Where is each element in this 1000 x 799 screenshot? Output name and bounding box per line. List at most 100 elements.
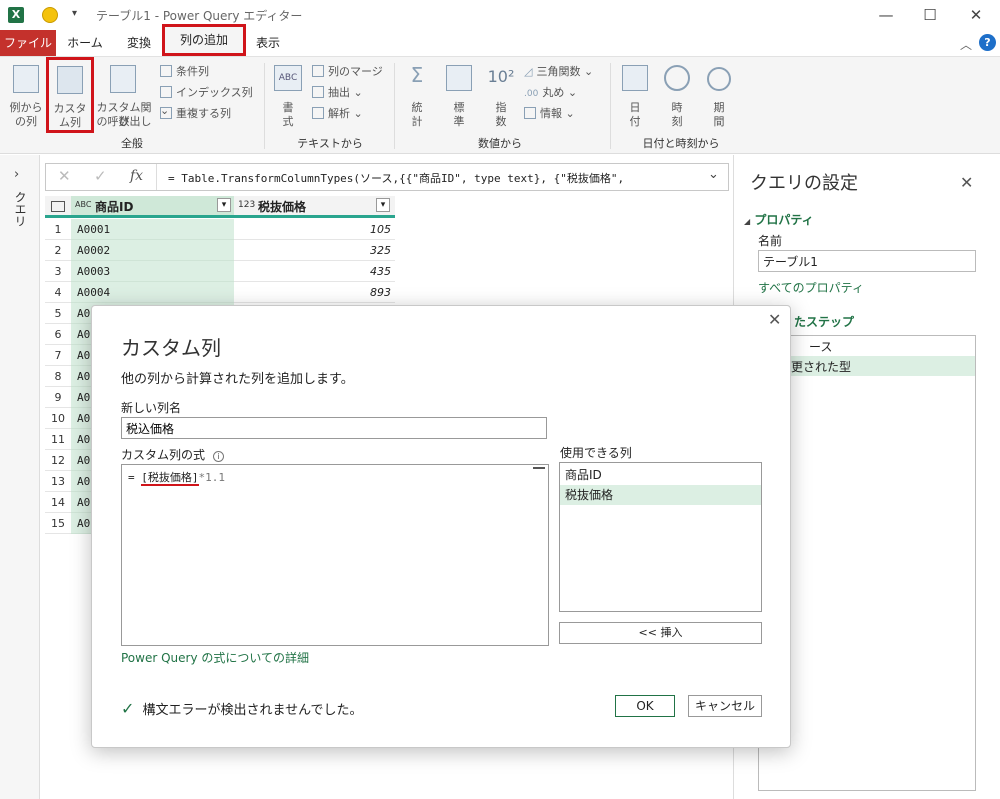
filter-dropdown-icon[interactable]: ▾: [217, 198, 231, 212]
editor-scrollbar[interactable]: [533, 467, 545, 471]
row-number: 2: [45, 240, 71, 261]
product-id-cell[interactable]: A0003: [71, 261, 234, 282]
product-id-cell[interactable]: A0004: [71, 282, 234, 303]
extract-button[interactable]: 抽出 ⌄: [312, 84, 392, 102]
duplicate-column-button[interactable]: 重複する列: [160, 105, 260, 123]
properties-heading[interactable]: ◢ プロパティ: [744, 211, 814, 228]
available-column-item-selected[interactable]: 税抜価格: [560, 485, 761, 505]
parse-button[interactable]: 解析 ⌄: [312, 105, 392, 123]
conditional-column-button[interactable]: 条件列: [160, 63, 260, 81]
date-button[interactable]: 日 付: [618, 63, 652, 129]
separator: [156, 164, 157, 190]
row-number: 3: [45, 261, 71, 282]
product-id-cell[interactable]: A0002: [71, 240, 234, 261]
available-columns-label: 使用できる列: [560, 446, 632, 460]
table-row[interactable]: 4 A0004 893: [45, 282, 395, 303]
price-cell[interactable]: 893: [234, 282, 395, 303]
duplicate-column-icon: [160, 107, 172, 119]
cancel-button[interactable]: キャンセル: [688, 695, 762, 717]
clock-icon: [664, 65, 690, 91]
column-from-examples-button[interactable]: 例から の列: [6, 63, 46, 129]
quick-access-dropdown-icon[interactable]: ▾: [72, 8, 77, 19]
available-column-item[interactable]: 商品ID: [560, 465, 761, 485]
label: 計: [411, 115, 423, 128]
table-row[interactable]: 2 A0002 325: [45, 240, 395, 261]
smiley-icon[interactable]: [42, 7, 58, 23]
maximize-button[interactable]: ☐: [920, 5, 940, 25]
price-cell[interactable]: 105: [234, 219, 395, 240]
step-item-selected[interactable]: 更された型: [759, 356, 975, 376]
expand-queries-icon[interactable]: ›: [14, 167, 19, 182]
label: 丸め: [542, 86, 565, 99]
formula-text[interactable]: = Table.TransformColumnTypes(ソース,{{"商品ID…: [168, 170, 698, 186]
fx-icon[interactable]: fx: [130, 168, 143, 184]
ok-button[interactable]: OK: [615, 695, 675, 717]
available-columns-list: 商品ID 税抜価格: [559, 462, 762, 612]
tab-add-column[interactable]: 列の追加: [162, 24, 246, 56]
collapse-ribbon-icon[interactable]: ︿: [960, 36, 972, 53]
number-type-icon[interactable]: 123: [238, 200, 255, 210]
learn-more-link[interactable]: Power Query の式についての詳細: [121, 649, 309, 666]
invoke-custom-function-button[interactable]: カスタム関数 の呼び出し: [92, 63, 156, 129]
commit-formula-icon[interactable]: ✓: [94, 167, 107, 185]
label: ム列: [59, 116, 81, 129]
formula-editor[interactable]: = [税抜価格]*1.1: [121, 464, 549, 646]
duration-button[interactable]: 期 間: [702, 63, 736, 129]
column-header-product-id[interactable]: ABC 商品ID ▾: [71, 196, 234, 215]
price-cell[interactable]: 325: [234, 240, 395, 261]
column-name: 税抜価格: [258, 200, 307, 214]
index-column-button[interactable]: インデックス列 ⌄: [160, 84, 260, 117]
price-cell[interactable]: 435: [234, 261, 395, 282]
column-header-price[interactable]: 123 税抜価格 ▾: [234, 196, 395, 215]
sigma-icon: Σ: [410, 63, 424, 87]
tab-home[interactable]: ホーム: [60, 30, 110, 56]
formula-prefix: =: [128, 471, 142, 484]
format-button[interactable]: ABC 書 式: [270, 63, 306, 129]
applied-steps-heading: たステップ: [794, 315, 855, 329]
statistics-button[interactable]: Σ 統 計: [400, 63, 434, 129]
label: 抽出: [328, 86, 350, 99]
close-button[interactable]: ✕: [966, 5, 986, 25]
parse-icon: [312, 107, 324, 119]
queries-pane-collapsed[interactable]: › クエリ: [0, 155, 40, 799]
trigonometry-button[interactable]: ◿ 三角関数 ⌄: [524, 63, 604, 81]
cancel-formula-icon[interactable]: ✕: [58, 167, 71, 185]
stopwatch-icon: [707, 67, 731, 91]
table-row[interactable]: 1 A0001 105: [45, 219, 395, 240]
information-icon: [524, 107, 536, 119]
custom-column-icon: [57, 66, 83, 94]
tab-transform[interactable]: 変換: [114, 30, 164, 56]
filter-dropdown-icon[interactable]: ▾: [376, 198, 390, 212]
close-dialog-icon[interactable]: ✕: [768, 310, 781, 329]
query-name-input[interactable]: テーブル1: [758, 250, 976, 272]
time-button[interactable]: 時 刻: [660, 63, 694, 129]
help-icon[interactable]: ?: [979, 34, 996, 51]
rounding-button[interactable]: .00 丸め ⌄: [524, 84, 604, 102]
scientific-button[interactable]: 10² 指 数: [484, 63, 518, 129]
row-number: 13: [45, 471, 71, 492]
tab-file[interactable]: ファイル: [0, 30, 56, 56]
table-row[interactable]: 3 A0003 435: [45, 261, 395, 282]
merge-columns-button[interactable]: 列のマージ: [312, 63, 392, 81]
expand-formula-icon[interactable]: ⌄: [708, 167, 719, 182]
info-icon[interactable]: i: [212, 451, 224, 462]
label: 三角関数: [536, 65, 581, 78]
standard-button[interactable]: 標 準: [442, 63, 476, 129]
product-id-cell[interactable]: A0001: [71, 219, 234, 240]
custom-column-button[interactable]: カスタ ム列: [46, 57, 94, 133]
all-properties-link[interactable]: すべてのプロパティ: [758, 279, 864, 296]
close-settings-icon[interactable]: ✕: [960, 173, 973, 192]
title-bar: X ▾ テーブル1 - Power Query エディター — ☐ ✕: [0, 0, 1000, 30]
text-type-icon[interactable]: ABC: [75, 200, 91, 209]
tab-view[interactable]: 表示: [246, 30, 290, 56]
row-number: 12: [45, 450, 71, 471]
step-item[interactable]: ース: [809, 338, 832, 355]
insert-button[interactable]: << 挿入: [559, 622, 762, 644]
minimize-button[interactable]: —: [876, 5, 896, 25]
dialog-title: カスタム列: [121, 336, 221, 360]
column-from-examples-icon: [13, 65, 39, 93]
new-column-name-input[interactable]: [121, 417, 547, 439]
information-button[interactable]: 情報 ⌄: [524, 105, 604, 123]
table-menu-icon[interactable]: [51, 201, 65, 212]
function-icon: [110, 65, 136, 93]
